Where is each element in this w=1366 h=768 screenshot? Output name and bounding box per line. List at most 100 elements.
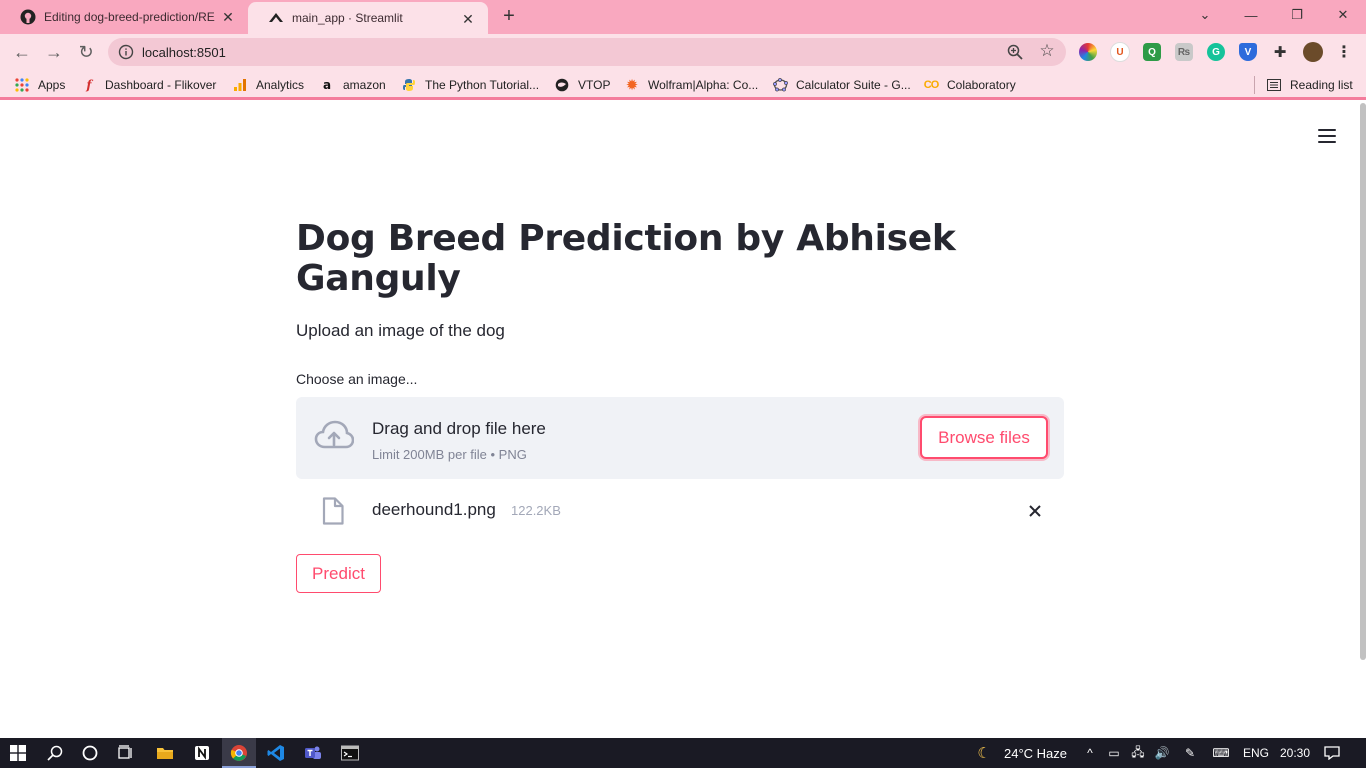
windows-start-icon[interactable]	[8, 743, 28, 763]
bookmark-geogebra[interactable]: Calculator Suite - G...	[772, 76, 911, 94]
predict-button[interactable]: Predict	[296, 554, 381, 593]
bookmark-analytics[interactable]: Analytics	[232, 76, 304, 94]
touch-keyboard-icon[interactable]: ⌨	[1210, 745, 1232, 761]
browse-files-button[interactable]: Browse files	[920, 416, 1048, 459]
bookmark-label: Dashboard - Flikover	[105, 78, 217, 92]
close-tab-icon[interactable]: ✕	[460, 11, 476, 27]
geogebra-icon	[772, 77, 788, 93]
flikover-icon: f	[86, 78, 92, 92]
bookmark-wolfram[interactable]: ✹ Wolfram|Alpha: Co...	[624, 76, 759, 94]
windows-taskbar: ☾ 24°C Haze ^ ▭ 🖧 🔊 ✎ ⌨ ENG 20:30	[0, 738, 1366, 768]
bookmark-star-icon[interactable]: ☆	[1038, 42, 1056, 60]
dropzone-instructions: Drag and drop file here	[372, 419, 546, 438]
grammarly-extension-icon[interactable]: G	[1207, 43, 1225, 61]
bookmark-colab[interactable]: CO Colaboratory	[923, 76, 1016, 94]
reload-button[interactable]: ↻	[74, 40, 98, 64]
back-button[interactable]: ←	[10, 40, 34, 64]
weather-moon-icon: ☾	[977, 745, 991, 762]
bookmark-label: Analytics	[256, 78, 305, 92]
page-title: Dog Breed Prediction by Abhisek Ganguly	[296, 218, 956, 299]
file-explorer-icon[interactable]	[155, 743, 175, 763]
github-icon	[20, 9, 36, 25]
ublock-extension-icon[interactable]: U	[1110, 42, 1130, 62]
forward-button[interactable]: →	[42, 40, 66, 64]
tab-title: main_app · Streamlit	[292, 11, 403, 25]
minimize-button[interactable]: —	[1228, 0, 1274, 30]
q-extension-icon[interactable]: Q	[1143, 43, 1161, 61]
close-tab-icon[interactable]: ✕	[220, 9, 236, 25]
bookmark-label: Colaboratory	[947, 78, 1016, 92]
vscode-icon[interactable]	[266, 743, 286, 763]
reading-list-button[interactable]: Reading list	[1266, 76, 1353, 94]
vtop-icon	[554, 77, 570, 93]
tab-search-icon[interactable]: ⌄	[1182, 0, 1228, 30]
network-icon[interactable]: 🖧	[1130, 745, 1146, 761]
notification-center-icon[interactable]	[1324, 745, 1340, 761]
restore-button[interactable]: ❐	[1274, 0, 1320, 30]
bookmark-label: Wolfram|Alpha: Co...	[648, 78, 759, 92]
profile-avatar[interactable]	[1303, 42, 1323, 62]
bookmark-vtop[interactable]: VTOP	[554, 76, 610, 94]
meet-now-icon[interactable]: ▭	[1106, 745, 1122, 761]
page-scrollbar[interactable]	[1360, 103, 1366, 660]
bookmarks-separator	[1254, 76, 1255, 94]
reading-list-icon	[1266, 77, 1282, 93]
extensions-puzzle-icon[interactable]: ✚	[1271, 43, 1289, 61]
volume-icon[interactable]: 🔊	[1154, 745, 1170, 761]
file-dropzone[interactable]: Drag and drop file here Limit 200MB per …	[296, 397, 1064, 479]
new-tab-button[interactable]: +	[499, 6, 519, 27]
chrome-icon[interactable]	[229, 743, 249, 763]
shield-extension-icon[interactable]: V	[1239, 43, 1257, 61]
reading-list-label: Reading list	[1290, 78, 1353, 92]
teams-icon[interactable]	[303, 743, 323, 763]
zoom-icon[interactable]	[1006, 43, 1024, 61]
streamlit-page: Dog Breed Prediction by Abhisek Ganguly …	[0, 103, 1366, 738]
weather-text[interactable]: 24°C Haze	[1004, 746, 1067, 761]
cortana-icon[interactable]	[80, 743, 100, 763]
close-window-button[interactable]: ✕	[1320, 0, 1366, 30]
apps-grid-icon	[14, 77, 30, 93]
file-icon	[322, 497, 344, 525]
python-icon	[401, 77, 417, 93]
bookmarks-bar: Apps f Dashboard - Flikover Analytics a …	[0, 70, 1366, 100]
uploaded-file-name: deerhound1.png	[372, 500, 496, 519]
analytics-icon	[232, 77, 248, 93]
bookmark-label: Apps	[38, 78, 66, 92]
rx-extension-icon[interactable]: ₨	[1175, 43, 1193, 61]
dropzone-limit: Limit 200MB per file • PNG	[372, 447, 527, 462]
address-bar[interactable]: localhost:8501 ☆	[108, 38, 1066, 66]
task-view-icon[interactable]	[116, 743, 136, 763]
input-language[interactable]: ENG	[1243, 746, 1269, 760]
main-menu-icon[interactable]	[1318, 129, 1336, 143]
site-info-icon[interactable]	[118, 44, 134, 60]
clock-time[interactable]: 20:30	[1280, 746, 1310, 760]
tab-strip: Editing dog-breed-prediction/RE ✕ main_a…	[0, 0, 1366, 34]
notion-icon[interactable]	[192, 743, 212, 763]
colab-icon: CO	[923, 79, 940, 91]
bookmark-amazon[interactable]: a amazon	[319, 76, 386, 94]
cloud-upload-icon	[314, 420, 355, 452]
tab-title: Editing dog-breed-prediction/RE	[44, 10, 215, 24]
bookmark-apps[interactable]: Apps	[14, 76, 65, 94]
bookmark-label: The Python Tutorial...	[425, 78, 540, 92]
tab-github[interactable]: Editing dog-breed-prediction/RE ✕	[0, 0, 248, 34]
remove-file-icon[interactable]	[1026, 502, 1044, 520]
command-prompt-icon[interactable]	[340, 743, 360, 763]
show-hidden-icons-chevron-icon[interactable]: ^	[1082, 745, 1098, 761]
tab-streamlit[interactable]: main_app · Streamlit ✕	[248, 2, 488, 34]
bookmark-flikover[interactable]: f Dashboard - Flikover	[81, 76, 216, 94]
bookmark-label: Calculator Suite - G...	[796, 78, 911, 92]
bookmark-label: VTOP	[578, 78, 611, 92]
url-text: localhost:8501	[142, 45, 226, 60]
wolfram-icon: ✹	[625, 77, 639, 94]
uploaded-file-size: 122.2KB	[511, 503, 561, 518]
page-subtitle: Upload an image of the dog	[296, 321, 505, 340]
bookmark-label: amazon	[343, 78, 386, 92]
color-picker-extension-icon[interactable]	[1079, 43, 1097, 61]
uploader-label: Choose an image...	[296, 371, 418, 387]
bookmark-python[interactable]: The Python Tutorial...	[401, 76, 539, 94]
amazon-icon: a	[322, 78, 332, 92]
browser-menu-icon[interactable]: ⋮	[1335, 43, 1353, 61]
search-icon[interactable]	[45, 743, 65, 763]
pen-workspace-icon[interactable]: ✎	[1182, 745, 1198, 761]
